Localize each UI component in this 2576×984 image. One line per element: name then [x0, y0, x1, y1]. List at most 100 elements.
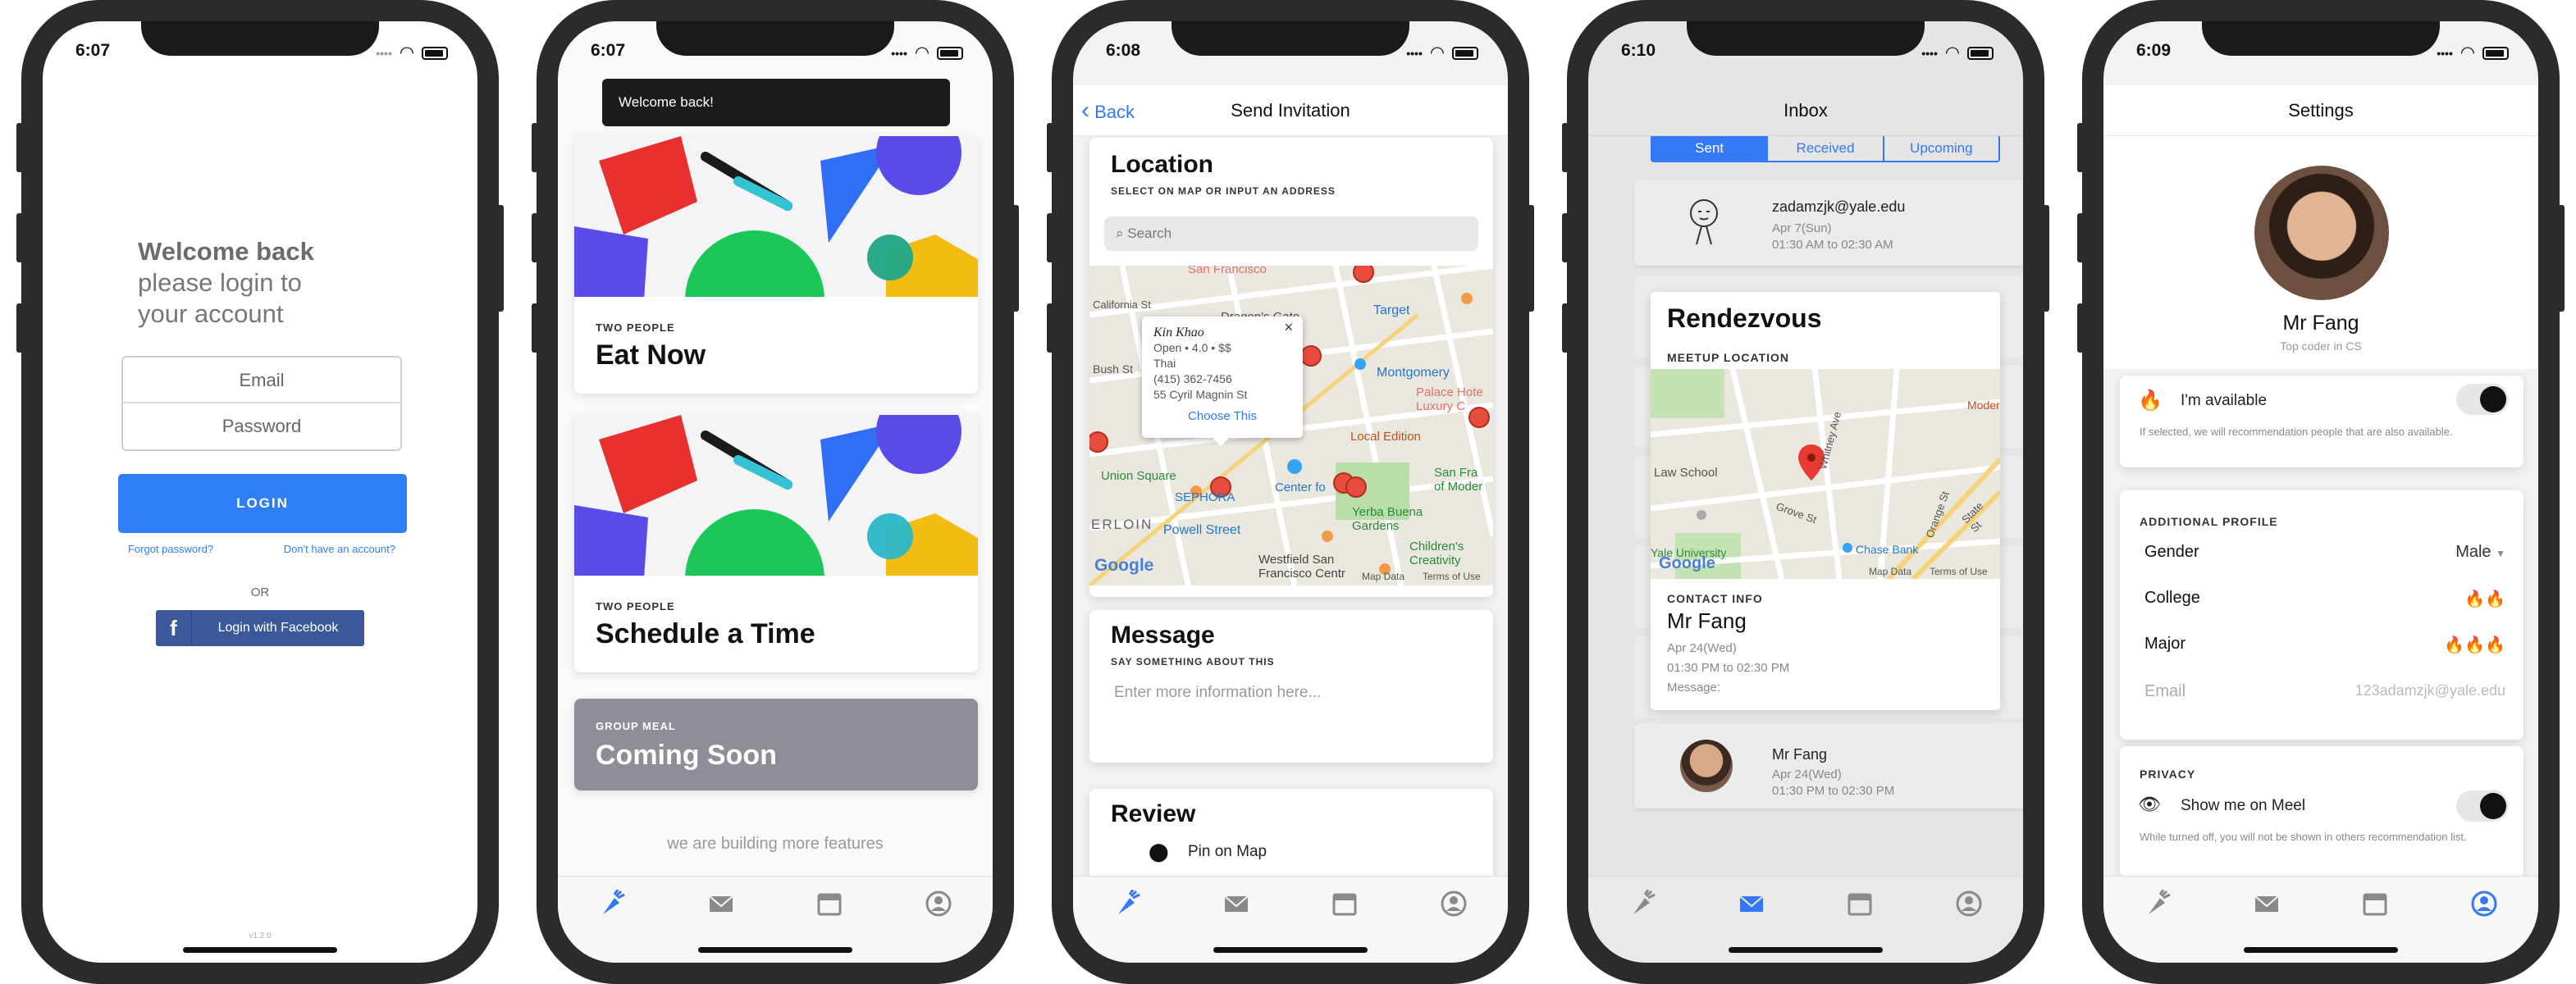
carrot-icon: [603, 890, 625, 914]
settings-screen: 6:09 •••• ◠ Settings Mr Fang Top coder in…: [2103, 21, 2538, 963]
tab-inbox[interactable]: [697, 890, 746, 922]
message-card: Message SAY SOMETHING ABOUT THIS Enter m…: [1089, 610, 1493, 763]
tab-meal[interactable]: [1618, 890, 1667, 922]
tab-meal[interactable]: [1103, 890, 1152, 922]
tab-calendar[interactable]: [805, 890, 854, 922]
profile-avatar[interactable]: [2254, 166, 2389, 300]
map-label-center-arts: Center fo: [1275, 481, 1326, 494]
nav-title: Inbox: [1784, 100, 1828, 121]
available-toggle[interactable]: [2456, 384, 2509, 415]
major-row[interactable]: Major 🔥🔥🔥: [2144, 635, 2505, 669]
map-label-montgomery: Montgomery: [1377, 366, 1450, 380]
facebook-login-button[interactable]: f Login with Facebook: [156, 610, 364, 646]
tab-profile[interactable]: [1429, 890, 1478, 922]
popup-line4: 55 Cyril Magnin St: [1153, 388, 1248, 401]
tab-profile[interactable]: [1944, 890, 1994, 922]
tab-meal[interactable]: [2133, 890, 2182, 922]
segmented-control: Sent Received Upcoming: [1651, 134, 2000, 162]
battery-icon: [1452, 46, 1478, 60]
eat-now-card[interactable]: TWO PEOPLE Eat Now: [574, 136, 978, 394]
popup-close-icon[interactable]: ×: [1284, 320, 1293, 335]
navbar: Inbox: [1588, 85, 2023, 136]
email-field[interactable]: Email: [123, 358, 400, 403]
login-button[interactable]: LOGIN: [118, 474, 407, 533]
segment-sent[interactable]: Sent: [1652, 136, 1767, 161]
home-screen: 6:07 •••• ◠ Welcome back! TWO PEOPLE Eat …: [558, 21, 993, 963]
tab-calendar[interactable]: [1320, 890, 1369, 922]
password-field[interactable]: Password: [123, 403, 400, 449]
wifi-icon: ◠: [915, 43, 929, 62]
map-data-label[interactable]: Map Data: [1869, 566, 1911, 577]
map-label-bush: Bush St: [1093, 362, 1134, 376]
map-label-childrens: Children's Creativity: [1409, 540, 1464, 567]
battery-icon: [1967, 46, 1994, 60]
contact-info-label: CONTACT INFO: [1667, 592, 1763, 605]
popup-name: Kin Khao: [1153, 326, 1204, 339]
map-google-logo: Google: [1659, 554, 1715, 572]
map-label-yerba: Yerba Buena Gardens: [1352, 505, 1423, 533]
mail-icon: [709, 895, 733, 912]
privacy-note: While turned off, you will not be shown …: [2140, 831, 2467, 843]
inbox-item[interactable]: zadamzjk@yale.edu Apr 7(Sun) 01:30 AM to…: [1634, 180, 2023, 266]
login-screen: 6:07 •••• ◠ Welcome back please login to …: [43, 21, 477, 963]
choose-this-button[interactable]: Choose This: [1153, 408, 1291, 424]
rendezvous-subtitle: MEETUP LOCATION: [1667, 351, 1790, 364]
signal-icon: ••••: [376, 46, 392, 60]
signup-link[interactable]: Don't have an account?: [284, 543, 395, 555]
rendezvous-title: Rendezvous: [1667, 303, 1822, 333]
map-label-california: California St: [1093, 298, 1151, 311]
map-terms-label[interactable]: Terms of Use: [1930, 566, 1988, 577]
location-map[interactable]: San Francisco Dragon's Gate Target Bush …: [1089, 266, 1493, 585]
tab-inbox[interactable]: [2242, 890, 2291, 922]
status-time: 6:10: [1621, 41, 1656, 60]
user-icon: [2471, 891, 2497, 917]
segment-received[interactable]: Received: [1766, 136, 1882, 161]
map-terms-label[interactable]: Terms of Use: [1423, 571, 1481, 582]
forgot-password-link[interactable]: Forgot password?: [128, 543, 213, 555]
schedule-title: Schedule a Time: [596, 618, 815, 649]
tab-meal[interactable]: [587, 890, 637, 922]
home-indicator: [698, 947, 852, 953]
tab-inbox[interactable]: [1727, 890, 1776, 922]
back-button[interactable]: ‹ Back: [1081, 85, 1135, 138]
inbox-screen: 6:10 •••• ◠ Inbox Sent Received Upcoming …: [1588, 21, 2023, 963]
status-time: 6:07: [75, 41, 111, 60]
tab-profile[interactable]: [914, 890, 963, 922]
credentials-box: Email Password: [121, 356, 402, 451]
location-card: Location SELECT ON MAP OR INPUT AN ADDRE…: [1089, 138, 1493, 597]
show-me-toggle[interactable]: [2456, 790, 2509, 822]
phone-inbox: 6:10 •••• ◠ Inbox Sent Received Upcoming …: [1562, 0, 2049, 984]
map-label-palace: Palace Hote Luxury C: [1416, 385, 1483, 413]
schedule-card[interactable]: TWO PEOPLE Schedule a Time: [574, 415, 978, 672]
status-bar: 6:07 •••• ◠: [558, 38, 993, 66]
contact-date: Apr 24(Wed): [1667, 641, 1737, 655]
navbar: ‹ Back Send Invitation: [1073, 85, 1508, 136]
message-input[interactable]: Enter more information here...: [1114, 684, 1321, 702]
inbox-item[interactable]: Mr Fang Apr 24(Wed) 01:30 PM to 02:30 PM: [1634, 723, 2023, 809]
segment-upcoming[interactable]: Upcoming: [1882, 136, 1998, 161]
default-avatar-icon: [1690, 199, 1718, 245]
status-bar: 6:10 •••• ◠: [1588, 38, 2023, 66]
tab-profile[interactable]: [2460, 890, 2509, 922]
footer-note: we are building more features: [667, 835, 884, 853]
email-label: Email: [2144, 682, 2186, 700]
college-row[interactable]: College 🔥🔥: [2144, 589, 2505, 623]
pin-on-map-label[interactable]: Pin on Map: [1188, 843, 1267, 861]
contact-time: 01:30 PM to 02:30 PM: [1667, 661, 1790, 675]
map-data-label[interactable]: Map Data: [1362, 571, 1404, 582]
signal-icon: ••••: [2437, 46, 2453, 60]
search-input[interactable]: ⌕ Search: [1104, 216, 1478, 251]
map-label-target: Target: [1373, 303, 1410, 317]
tab-inbox[interactable]: [1212, 890, 1261, 922]
gender-row[interactable]: Gender Male ▼: [2144, 543, 2505, 577]
map-google-logo: Google: [1094, 556, 1154, 575]
meetup-map[interactable]: Law School Whitney Ave Grove St Orange S…: [1651, 369, 2000, 579]
popup-arrow: [1213, 438, 1229, 446]
tab-calendar[interactable]: [1835, 890, 1884, 922]
signal-icon: ••••: [1406, 46, 1423, 60]
review-title: Review: [1111, 800, 1196, 827]
tab-calendar[interactable]: [2350, 890, 2400, 922]
calendar-icon: [1332, 893, 1357, 916]
carrot-icon: [2149, 890, 2171, 914]
email-row[interactable]: Email 123adamzjk@yale.edu: [2144, 682, 2505, 717]
